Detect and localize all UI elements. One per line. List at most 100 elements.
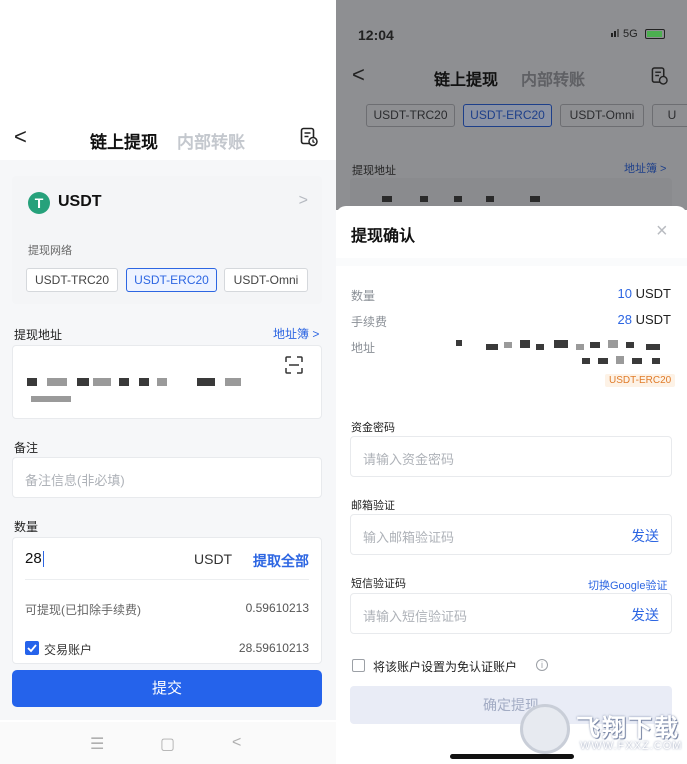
records-icon[interactable] xyxy=(651,66,668,86)
network-type: 5G xyxy=(623,28,638,40)
account-checkbox[interactable] xyxy=(25,641,39,655)
home-icon[interactable]: ▢ xyxy=(160,734,175,754)
close-icon[interactable]: × xyxy=(656,220,668,243)
divider xyxy=(336,258,687,266)
masked-address xyxy=(598,358,608,364)
network-chip-erc20[interactable]: USDT-ERC20 xyxy=(463,104,552,127)
address-label: 提现地址 xyxy=(352,165,396,177)
amount-unit: USDT xyxy=(635,286,671,301)
fee-value: 28 USDT xyxy=(618,312,671,327)
remark-input[interactable]: 备注信息(非必填) xyxy=(12,457,322,498)
withdraw-confirm-sheet: 提现确认 × 数量 10 USDT 手续费 28 USDT 地址 USDT-ER… xyxy=(336,206,687,764)
battery-level xyxy=(646,31,662,38)
masked-address xyxy=(520,340,530,348)
sms-code-label: 短信验证码 xyxy=(351,578,406,590)
chevron-right-icon[interactable]: > xyxy=(299,192,308,210)
account-value: 28.59610213 xyxy=(238,641,309,655)
masked-address xyxy=(197,378,215,386)
fee-unit: USDT xyxy=(635,312,671,327)
masked-address xyxy=(157,378,167,386)
masked-address xyxy=(27,378,37,386)
network-chip-trc20[interactable]: USDT-TRC20 xyxy=(366,104,455,127)
network-badge: USDT-ERC20 xyxy=(605,374,676,387)
tab-onchain-withdraw[interactable]: 链上提现 xyxy=(90,128,158,153)
email-code-placeholder: 输入邮箱验证码 xyxy=(363,530,455,545)
masked-address xyxy=(47,378,67,386)
trust-account-label: 将该账户设置为免认证账户 xyxy=(373,660,518,674)
back-nav-icon[interactable]: < xyxy=(232,734,241,752)
masked-address xyxy=(626,342,634,348)
watermark-logo-icon xyxy=(520,704,570,754)
masked-address xyxy=(590,342,600,348)
sms-send-button[interactable]: 发送 xyxy=(631,605,659,625)
masked-address xyxy=(504,342,512,348)
remark-placeholder: 备注信息(非必填) xyxy=(25,473,125,488)
tab-onchain-withdraw[interactable]: 链上提现 xyxy=(434,66,498,90)
masked-address xyxy=(536,344,544,350)
network-chip-omni[interactable]: USDT-Omni xyxy=(560,104,644,127)
signal-icon xyxy=(614,31,616,37)
watermark-text: 飞翔下载 xyxy=(576,715,680,742)
masked-address xyxy=(608,340,618,348)
signal-icon xyxy=(611,33,613,37)
amount-value: 28 xyxy=(25,550,42,567)
switch-google-verify-link[interactable]: 切换Google验证 xyxy=(588,577,667,593)
submit-button[interactable]: 提交 xyxy=(12,670,322,707)
network-chip-erc20[interactable]: USDT-ERC20 xyxy=(126,268,217,292)
masked-address xyxy=(454,196,462,202)
masked-address xyxy=(31,396,71,402)
sms-code-input[interactable]: 请输入短信验证码 发送 xyxy=(350,593,672,634)
amount-label: 数量 xyxy=(351,289,376,303)
account-label: 交易账户 xyxy=(44,643,93,657)
sms-code-placeholder: 请输入短信验证码 xyxy=(363,609,468,624)
watermark: 飞翔下载 WWW.FXXZ.COM xyxy=(520,702,681,760)
battery-icon xyxy=(644,29,665,40)
network-chip-omni[interactable]: USDT-Omni xyxy=(224,268,308,292)
network-label: 提现网络 xyxy=(28,245,72,257)
tab-internal-transfer[interactable]: 内部转账 xyxy=(177,128,245,153)
left-screen: < 链上提现 内部转账 T USDT > 提现网络 USDT-TRC20 USD… xyxy=(0,0,336,764)
masked-address xyxy=(530,196,540,202)
records-icon[interactable] xyxy=(300,127,318,147)
amount-input[interactable]: 28 xyxy=(25,550,44,568)
fund-password-placeholder: 请输入资金密码 xyxy=(363,452,455,467)
masked-address xyxy=(632,358,642,364)
right-screen: 12:04 5G < 链上提现 内部转账 USDT-TRC20 USDT-ERC… xyxy=(336,0,687,764)
back-icon[interactable]: < xyxy=(14,124,27,150)
masked-address xyxy=(119,378,129,386)
masked-address xyxy=(225,378,241,386)
masked-address xyxy=(382,196,392,202)
tether-logo-icon: T xyxy=(28,192,50,214)
address-field[interactable] xyxy=(12,345,322,419)
back-icon[interactable]: < xyxy=(352,62,365,88)
address-label: 地址 xyxy=(351,341,376,355)
fee-label: 手续费 xyxy=(351,315,388,329)
withdraw-all-button[interactable]: 提取全部 xyxy=(253,551,309,571)
email-send-button[interactable]: 发送 xyxy=(631,526,659,546)
check-icon xyxy=(27,644,37,653)
menu-icon[interactable]: ☰ xyxy=(90,734,104,754)
fund-password-input[interactable]: 请输入资金密码 xyxy=(350,436,672,477)
amount-panel: 28 USDT 提取全部 可提现(已扣除手续费) 0.59610213 交易账户… xyxy=(12,537,322,664)
scan-icon[interactable] xyxy=(285,356,303,374)
amount-label: 数量 xyxy=(14,520,39,534)
email-code-input[interactable]: 输入邮箱验证码 发送 xyxy=(350,514,672,555)
coin-name[interactable]: USDT xyxy=(58,193,102,211)
text-cursor xyxy=(42,551,44,568)
masked-address xyxy=(576,344,584,350)
info-icon[interactable]: i xyxy=(536,659,548,671)
tab-internal-transfer[interactable]: 内部转账 xyxy=(521,66,585,90)
amount-unit: USDT xyxy=(194,551,233,567)
masked-address xyxy=(646,344,660,350)
amount-number: 10 xyxy=(617,286,632,301)
available-value: 0.59610213 xyxy=(245,601,309,615)
address-book-link[interactable]: 地址簿 > xyxy=(273,325,319,342)
address-book-link[interactable]: 地址簿 > xyxy=(624,160,666,176)
masked-address xyxy=(554,340,568,348)
address-label: 提现地址 xyxy=(14,328,63,342)
trust-account-checkbox[interactable] xyxy=(352,659,365,672)
network-chip-more[interactable]: U xyxy=(652,104,687,127)
amount-value: 10 USDT xyxy=(618,286,671,301)
dimmed-background: 12:04 5G < 链上提现 内部转账 USDT-TRC20 USDT-ERC… xyxy=(336,0,687,210)
network-chip-trc20[interactable]: USDT-TRC20 xyxy=(26,268,118,292)
